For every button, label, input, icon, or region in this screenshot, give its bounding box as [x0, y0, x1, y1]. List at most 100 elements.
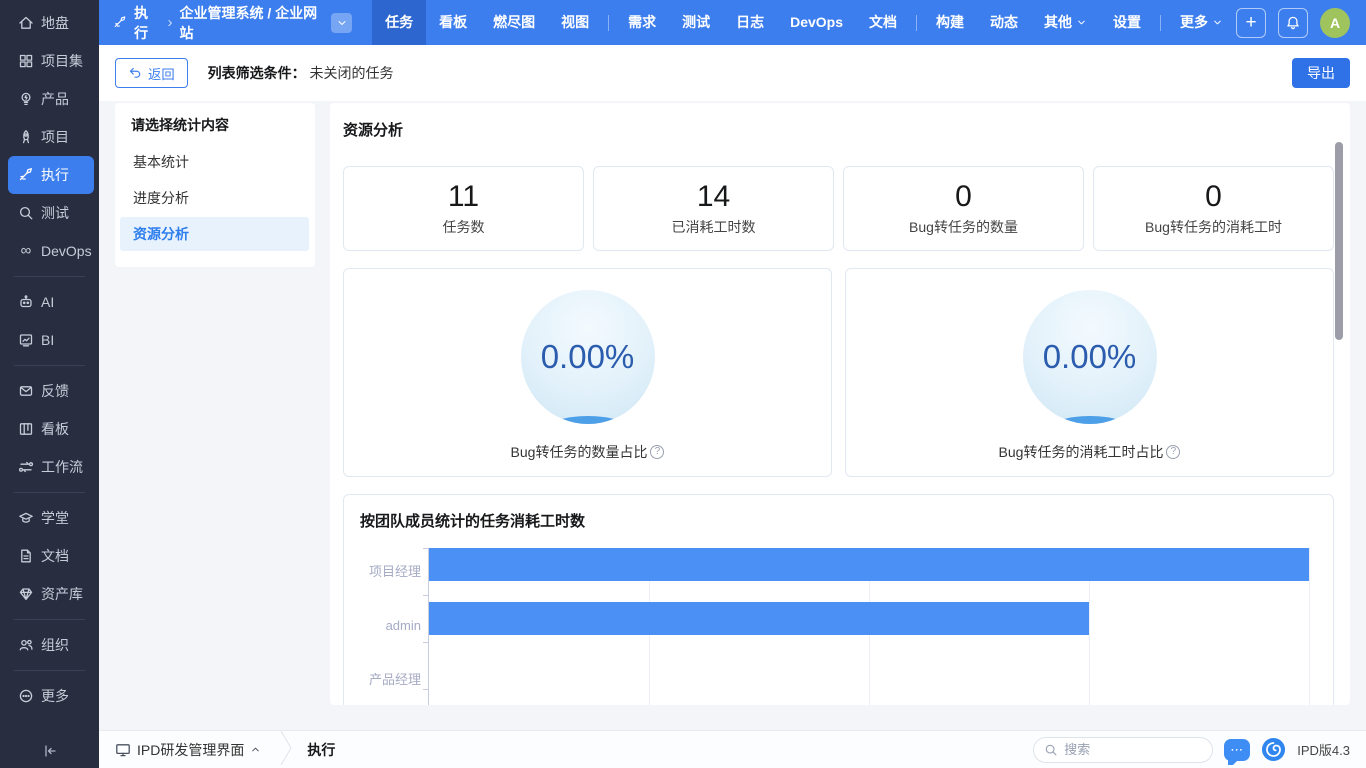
filter-label: 列表筛选条件：: [208, 65, 306, 81]
sidebar-collapse-button[interactable]: [0, 742, 99, 760]
sidebar-item-test[interactable]: 测试: [8, 194, 94, 232]
sidebar-item-label: 组织: [41, 635, 69, 655]
sidebar-item-label: DevOps: [41, 243, 92, 259]
tab-log[interactable]: 日志: [723, 0, 777, 45]
sub-header: 返回 列表筛选条件： 未关闭的任务 导出: [99, 45, 1366, 101]
resource-analysis-panel: 资源分析 11 任务数 14 已消耗工时数 0 Bug转任务的数量 0 Bug转…: [330, 103, 1350, 705]
chart-title: 按团队成员统计的任务消耗工时数: [360, 510, 1309, 531]
help-icon[interactable]: ?: [1166, 445, 1180, 459]
bar-row: 项目经理: [429, 548, 1309, 595]
stats-option-basic[interactable]: 基本统计: [120, 145, 309, 179]
tab-doc[interactable]: 文档: [856, 0, 910, 45]
tab-settings[interactable]: 设置: [1100, 0, 1154, 45]
help-icon[interactable]: ?: [650, 445, 664, 459]
breadcrumb-project[interactable]: 企业管理系统 / 企业网站: [180, 3, 323, 43]
top-navigation: 执行 › 企业管理系统 / 企业网站 任务 看板 燃尽图 视图 需求 测试 日志…: [99, 0, 1366, 45]
tab-task[interactable]: 任务: [372, 0, 426, 45]
sidebar-item-label: 项目集: [41, 51, 83, 71]
tab-devops[interactable]: DevOps: [777, 0, 856, 45]
top-nav-actions: + A: [1236, 8, 1366, 38]
notifications-button[interactable]: [1278, 8, 1308, 38]
bottom-bar: IPD研发管理界面 执行 ⋯ IPD版4.3: [99, 730, 1366, 768]
sidebar-item-project-set[interactable]: 项目集: [8, 42, 94, 80]
sidebar-item-project[interactable]: 项目: [8, 118, 94, 156]
sidebar-item-label: 地盘: [41, 13, 69, 33]
stat-card-bug-to-task-hours: 0 Bug转任务的消耗工时: [1093, 166, 1334, 251]
search-box[interactable]: [1033, 737, 1213, 763]
stat-card-bug-to-task-count: 0 Bug转任务的数量: [843, 166, 1084, 251]
sidebar-item-organization[interactable]: 组织: [8, 626, 94, 664]
tab-dynamic[interactable]: 动态: [977, 0, 1031, 45]
home-icon: [18, 15, 34, 31]
tab-story[interactable]: 需求: [615, 0, 669, 45]
monitor-icon: [115, 742, 131, 758]
sidebar-item-document[interactable]: 文档: [8, 537, 94, 575]
chevron-up-icon: [250, 744, 261, 755]
chevron-down-icon: [336, 17, 348, 29]
avatar[interactable]: A: [1320, 8, 1350, 38]
breadcrumb-separator: ›: [168, 14, 173, 31]
gauge-wave: [547, 416, 629, 424]
stat-value: 14: [697, 180, 730, 215]
sidebar-item-bi[interactable]: BI: [8, 321, 94, 359]
app-name: IPD研发管理界面: [137, 740, 244, 760]
sidebar-item-label: 测试: [41, 203, 69, 223]
sidebar-item-workflow[interactable]: 工作流: [8, 448, 94, 486]
tab-burndown[interactable]: 燃尽图: [480, 0, 548, 45]
sidebar-item-product[interactable]: 产品: [8, 80, 94, 118]
ai-icon: [18, 294, 34, 310]
tab-more[interactable]: 更多: [1167, 0, 1236, 45]
product-icon: [18, 91, 34, 107]
stats-option-progress[interactable]: 进度分析: [120, 181, 309, 215]
app-switcher[interactable]: IPD研发管理界面: [115, 740, 261, 760]
sidebar-item-devops[interactable]: ∞ DevOps: [8, 232, 94, 270]
sidebar-item-label: 项目: [41, 127, 69, 147]
export-button[interactable]: 导出: [1292, 58, 1350, 88]
zentao-logo-icon[interactable]: [1261, 737, 1286, 762]
tab-kanban[interactable]: 看板: [426, 0, 480, 45]
tab-build[interactable]: 构建: [923, 0, 977, 45]
stat-cards-row: 11 任务数 14 已消耗工时数 0 Bug转任务的数量 0 Bug转任务的消耗…: [343, 166, 1334, 251]
top-tabs: 任务 看板 燃尽图 视图 需求 测试 日志 DevOps 文档 构建 动态 其他…: [372, 0, 1236, 45]
gauge-value: 0.00%: [541, 338, 635, 376]
sidebar-item-label: 资产库: [41, 584, 83, 604]
sidebar-item-label: AI: [41, 294, 54, 310]
chat-feedback-icon[interactable]: ⋯: [1224, 739, 1250, 761]
gauge-wave: [1049, 416, 1131, 424]
feedback-icon: [18, 383, 34, 399]
y-axis-label: 产品经理: [353, 656, 421, 703]
stat-label: Bug转任务的数量: [909, 217, 1018, 237]
bar-admin[interactable]: [429, 602, 1089, 635]
sidebar-divider: [14, 670, 85, 671]
scrollbar-thumb[interactable]: [1335, 142, 1343, 340]
sidebar-item-school[interactable]: 学堂: [8, 499, 94, 537]
test-icon: [18, 205, 34, 221]
devops-icon: ∞: [18, 243, 34, 259]
project-set-icon: [18, 53, 34, 69]
sidebar-item-asset[interactable]: 资产库: [8, 575, 94, 613]
bar-row: admin: [429, 602, 1309, 649]
sidebar-item-kanban[interactable]: 看板: [8, 410, 94, 448]
bi-icon: [18, 332, 34, 348]
gauge-card-bug-task-hours-ratio: 0.00% Bug转任务的消耗工时占比 ?: [845, 268, 1334, 477]
sidebar-divider: [14, 492, 85, 493]
bar-project-manager[interactable]: [429, 548, 1309, 581]
search-input[interactable]: [1064, 742, 1202, 757]
plus-icon: +: [1245, 13, 1256, 32]
tab-other[interactable]: 其他: [1031, 0, 1100, 45]
tab-view[interactable]: 视图: [548, 0, 602, 45]
stats-option-resource[interactable]: 资源分析: [120, 217, 309, 251]
create-button[interactable]: +: [1236, 8, 1266, 38]
document-icon: [18, 548, 34, 564]
sidebar-divider: [14, 276, 85, 277]
back-button[interactable]: 返回: [115, 58, 188, 88]
sidebar-item-home[interactable]: 地盘: [8, 4, 94, 42]
sidebar-item-execution[interactable]: 执行: [8, 156, 94, 194]
breadcrumb-module[interactable]: 执行: [134, 3, 160, 43]
breadcrumb-chevron-separator: [279, 730, 293, 768]
sidebar-item-ai[interactable]: AI: [8, 283, 94, 321]
sidebar-item-more[interactable]: 更多: [8, 677, 94, 715]
sidebar-item-feedback[interactable]: 反馈: [8, 372, 94, 410]
project-switcher-button[interactable]: [331, 13, 352, 33]
tab-test[interactable]: 测试: [669, 0, 723, 45]
